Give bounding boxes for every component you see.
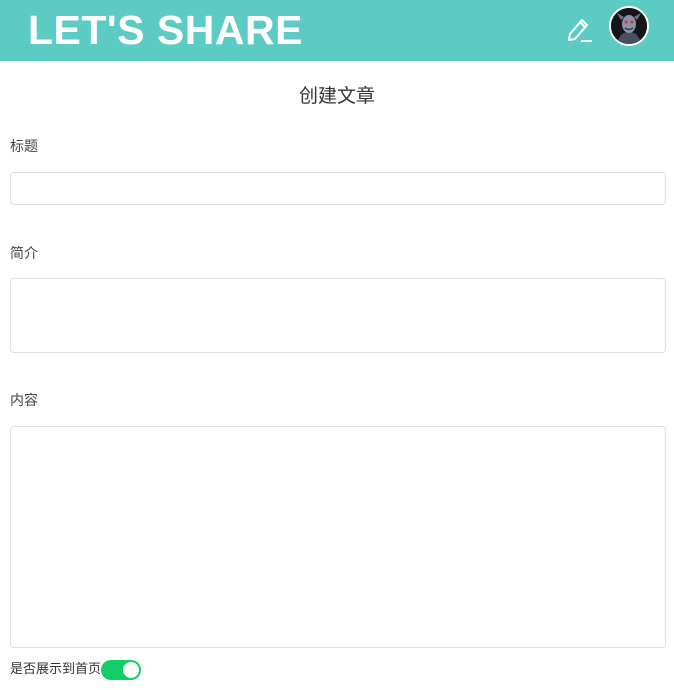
show-on-home-label: 是否展示到首页 [10, 662, 102, 677]
content-label: 内容 [10, 393, 38, 409]
summary-textarea[interactable] [10, 278, 666, 353]
show-on-home-row: 是否展示到首页 [10, 659, 142, 681]
user-avatar-image [611, 8, 647, 44]
summary-label: 简介 [10, 246, 38, 262]
show-on-home-switch[interactable] [101, 660, 142, 680]
top-header: LET'S SHARE [0, 0, 674, 61]
pencil-icon [568, 19, 592, 42]
title-input[interactable] [10, 172, 666, 205]
site-logo[interactable]: LET'S SHARE [28, 4, 303, 56]
content-textarea[interactable] [10, 426, 666, 648]
avatar[interactable] [609, 6, 649, 46]
switch-knob [123, 662, 140, 678]
page-title: 创建文章 [298, 85, 375, 107]
title-label: 标题 [10, 139, 38, 155]
write-article-button[interactable] [563, 13, 595, 45]
